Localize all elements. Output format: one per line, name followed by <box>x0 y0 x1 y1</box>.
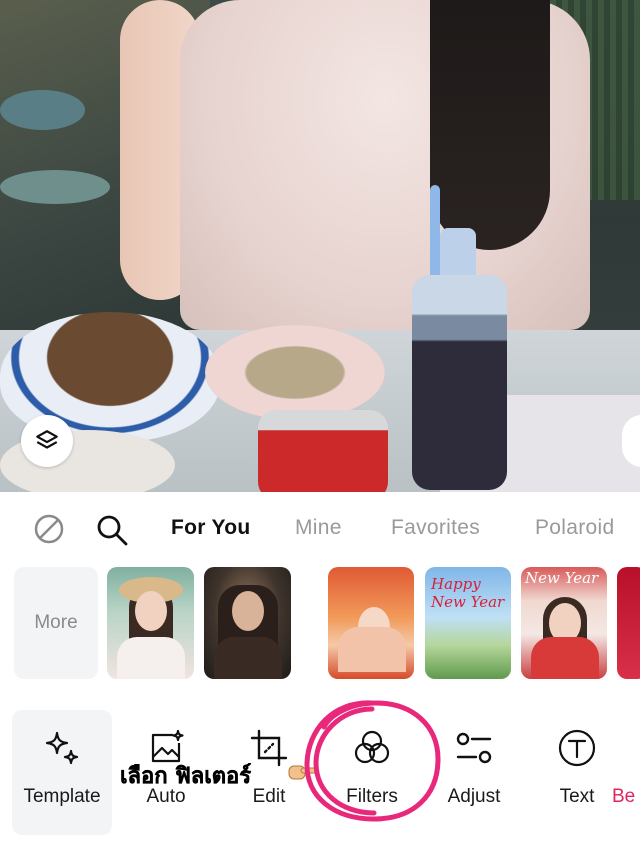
tool-edit[interactable]: Edit <box>219 710 319 835</box>
tool-template[interactable]: Template <box>12 710 112 835</box>
thumb-body <box>214 637 282 679</box>
thumb-caption: New Year <box>525 569 599 587</box>
tool-beauty[interactable]: Be <box>612 710 640 835</box>
dumpling-plate <box>205 325 385 420</box>
filter-thumb-new-year[interactable]: New Year <box>521 567 607 679</box>
no-filter-icon <box>34 514 64 544</box>
filter-strip: More Happy New Year New Year เลือก ฟิลเต… <box>0 564 640 789</box>
thumb-body <box>117 637 185 679</box>
sauce-bottle <box>412 275 507 490</box>
tool-label: Edit <box>252 786 286 807</box>
tab-for-you[interactable]: For You <box>171 516 251 540</box>
tool-label: Text <box>559 786 595 807</box>
filter-thumb-new-year-red[interactable] <box>328 567 414 679</box>
search-button[interactable] <box>95 513 129 547</box>
thumb-face <box>135 591 167 631</box>
thumb-face <box>232 591 264 631</box>
stool-top <box>0 90 85 130</box>
hair <box>430 0 550 250</box>
layers-icon <box>36 430 58 449</box>
editor-panel: For You Mine Favorites Polaroid More Hap… <box>0 492 640 853</box>
search-icon <box>97 515 128 546</box>
tool-label: Auto <box>146 786 186 807</box>
tab-mine[interactable]: Mine <box>295 516 342 540</box>
thumb-caption: Happy New Year <box>431 575 505 611</box>
tool-adjust[interactable]: Adjust <box>424 710 524 835</box>
thumb-body <box>531 637 599 679</box>
photo-preview <box>0 0 640 492</box>
more-filters-button[interactable]: More <box>14 567 98 679</box>
tool-bar: Template Auto Edit Filters Adjust Text B… <box>0 710 640 853</box>
tool-label: Filters <box>346 786 398 807</box>
filter-thumb-happy-new-year[interactable]: Happy New Year <box>425 567 511 679</box>
tab-polaroid[interactable]: Polaroid <box>535 516 614 540</box>
layers-button[interactable] <box>21 415 73 467</box>
adjust-sliders-icon <box>456 732 492 764</box>
thumb-body <box>338 627 406 672</box>
auto-enhance-icon <box>151 729 184 763</box>
straw <box>430 185 440 280</box>
soda-can <box>258 410 388 492</box>
stool <box>0 170 110 204</box>
crop-icon <box>250 729 288 767</box>
tool-label: Template <box>23 786 101 807</box>
filter-thumb-straw-hat[interactable] <box>107 567 194 679</box>
filters-icon <box>354 730 390 764</box>
filter-thumb-partial[interactable] <box>617 567 640 679</box>
sparkle-icon <box>45 731 79 765</box>
tool-filters[interactable]: Filters <box>322 710 422 835</box>
filter-thumb-portrait[interactable] <box>204 567 291 679</box>
filter-category-tabs: For You Mine Favorites Polaroid <box>0 492 640 564</box>
tool-label: Adjust <box>447 786 501 807</box>
text-icon <box>558 729 596 767</box>
no-filter-button[interactable] <box>33 513 65 545</box>
tool-auto[interactable]: Auto <box>116 710 216 835</box>
tool-label: Be <box>612 786 636 807</box>
tab-favorites[interactable]: Favorites <box>391 516 480 540</box>
